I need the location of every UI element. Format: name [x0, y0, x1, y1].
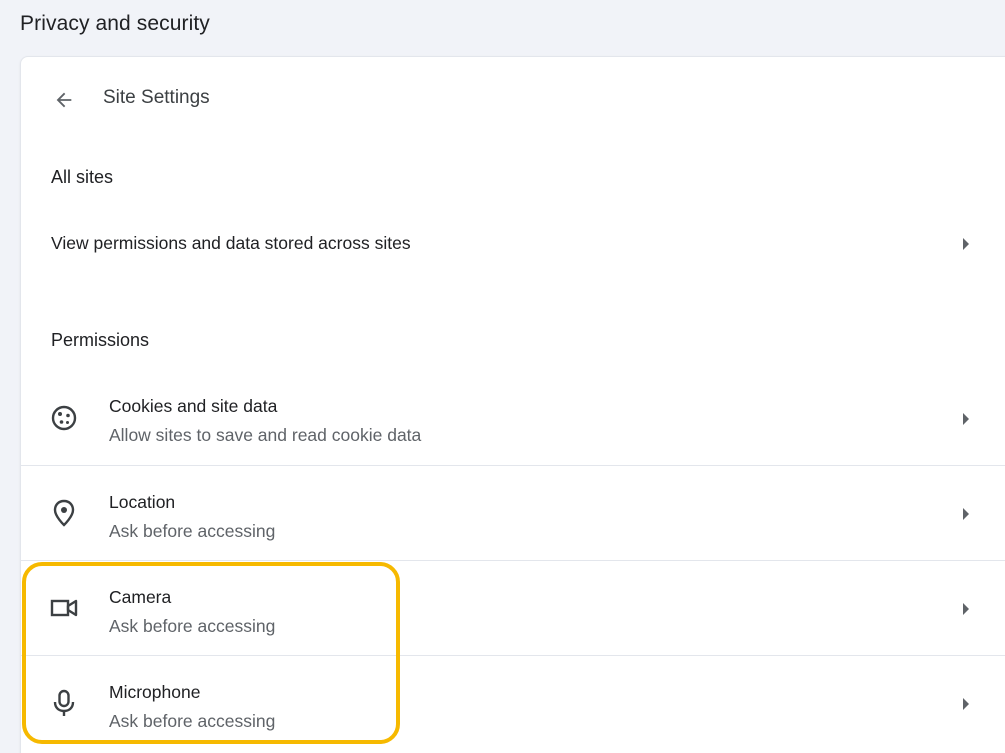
- chevron-right-icon: [963, 238, 969, 250]
- location-pin-icon: [53, 499, 75, 527]
- permission-title-camera: Camera: [109, 587, 172, 607]
- camera-icon: [50, 599, 78, 617]
- permission-row-location[interactable]: Location Ask before accessing: [21, 465, 1005, 560]
- section-title: Privacy and security: [20, 12, 210, 35]
- all-sites-heading: All sites: [51, 167, 114, 187]
- permission-row-microphone[interactable]: Microphone Ask before accessing: [21, 655, 1005, 750]
- permission-title-cookies: Cookies and site data: [109, 396, 278, 416]
- permission-title-microphone: Microphone: [109, 682, 201, 702]
- permission-title-location: Location: [109, 492, 176, 512]
- view-all-sites-label: View permissions and data stored across …: [51, 233, 411, 253]
- permission-row-cookies[interactable]: Cookies and site data Allow sites to sav…: [21, 371, 1005, 465]
- chevron-right-icon: [963, 413, 969, 425]
- permission-subtitle-cookies: Allow sites to save and read cookie data: [109, 425, 422, 445]
- page-title: Site Settings: [103, 87, 210, 108]
- permission-subtitle-microphone: Ask before accessing: [109, 711, 276, 731]
- arrow-left-icon: [56, 92, 72, 108]
- chevron-right-icon: [963, 508, 969, 520]
- view-all-sites-link[interactable]: View permissions and data stored across …: [21, 209, 1005, 281]
- back-button[interactable]: [49, 85, 79, 115]
- chevron-right-icon: [963, 603, 969, 615]
- chevron-right-icon: [963, 698, 969, 710]
- microphone-icon: [53, 689, 75, 716]
- permission-subtitle-camera: Ask before accessing: [109, 616, 276, 636]
- site-settings-card: Site Settings All sites View permissions…: [20, 56, 1005, 753]
- settings-page: Privacy and security Site Settings All s…: [0, 0, 1005, 753]
- permission-row-camera[interactable]: Camera Ask before accessing: [21, 560, 1005, 655]
- cookie-icon: [51, 405, 77, 431]
- permissions-heading: Permissions: [51, 330, 150, 350]
- permission-subtitle-location: Ask before accessing: [109, 521, 276, 541]
- card-header: Site Settings: [21, 57, 1005, 141]
